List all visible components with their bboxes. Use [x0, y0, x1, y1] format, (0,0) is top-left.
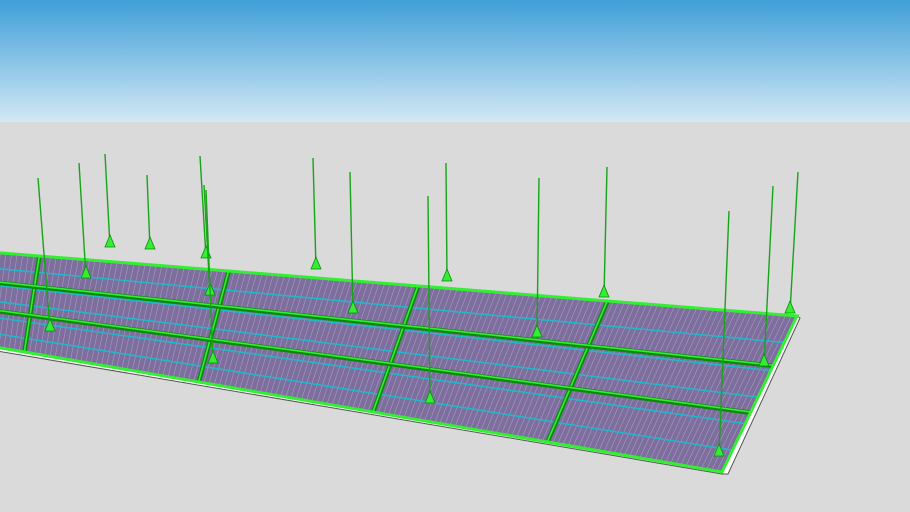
- sky: [0, 0, 910, 122]
- scene-canvas: [0, 0, 910, 512]
- hanger-wire: [445, 162, 448, 281]
- model-viewport[interactable]: [0, 0, 910, 512]
